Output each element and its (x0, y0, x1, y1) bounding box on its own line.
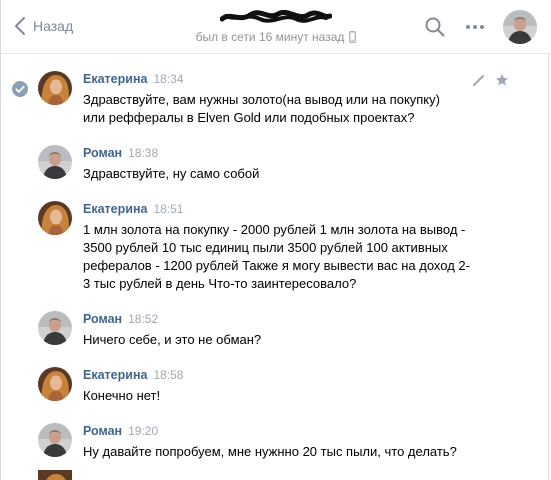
mobile-phone-icon (349, 31, 357, 43)
sender-name[interactable]: Роман 18:52 (83, 312, 158, 326)
man-avatar-icon (503, 10, 537, 44)
message-time: 18:58 (153, 368, 184, 382)
chat-title[interactable]: был в сети 16 минут назад (161, 6, 391, 44)
sender-name[interactable]: Екатерина 18:51 (83, 202, 183, 216)
back-button[interactable]: Назад (13, 14, 73, 38)
man-avatar-icon (38, 423, 72, 457)
back-label: Назад (33, 18, 74, 34)
sender-name[interactable]: Роман 18:38 (83, 146, 158, 160)
chat-window: Назад был в сети 16 минут назад Екатерин… (0, 0, 550, 480)
avatar[interactable] (38, 201, 72, 235)
search-icon[interactable] (424, 16, 446, 38)
avatar[interactable] (38, 423, 72, 457)
read-check-icon (12, 81, 28, 97)
woman-avatar-icon (38, 201, 72, 235)
more-dots-icon[interactable] (464, 16, 486, 38)
avatar[interactable] (38, 367, 72, 401)
man-avatar-icon (38, 311, 72, 345)
message-time: 18:51 (153, 202, 184, 216)
avatar[interactable] (38, 71, 72, 105)
sender-name[interactable]: Роман 19:20 (83, 424, 158, 438)
chat-header: Назад был в сети 16 минут назад (1, 0, 550, 54)
avatar[interactable] (38, 145, 72, 179)
man-avatar-icon (38, 145, 72, 179)
back-chevron-icon (15, 17, 25, 35)
message-time: 19:20 (128, 424, 159, 438)
avatar[interactable] (38, 311, 72, 345)
sender-name[interactable]: Екатерина 18:34 (83, 72, 183, 86)
avatar[interactable] (503, 10, 537, 44)
message-text: Здравствуйте, вам нужны золото(на вывод … (83, 92, 440, 125)
message-text: Ну давайте попробуем, мне нужнно 20 тыс … (83, 444, 457, 459)
sender-name[interactable]: Екатерина 18:58 (83, 368, 183, 382)
message-time: 18:34 (153, 72, 184, 86)
message-time: 18:52 (128, 312, 159, 326)
online-status: был в сети 16 минут назад (161, 30, 391, 44)
message-text: Ничего себе, и это не обман? (83, 332, 262, 347)
redacted-name (220, 10, 332, 23)
message-text: Здравствуйте, ну само собой (83, 166, 260, 181)
star-icon[interactable] (495, 73, 509, 87)
message-text: 1 млн золота на покупку - 2000 рублей 1 … (83, 222, 470, 291)
edit-pencil-icon[interactable] (472, 73, 486, 87)
woman-avatar-icon (38, 71, 72, 105)
avatar-partial (38, 470, 72, 480)
woman-avatar-icon (38, 470, 72, 480)
status-text: был в сети 16 минут назад (195, 30, 345, 44)
woman-avatar-icon (38, 367, 72, 401)
message-time: 18:38 (128, 146, 159, 160)
message-text: Конечно нет! (83, 388, 161, 403)
